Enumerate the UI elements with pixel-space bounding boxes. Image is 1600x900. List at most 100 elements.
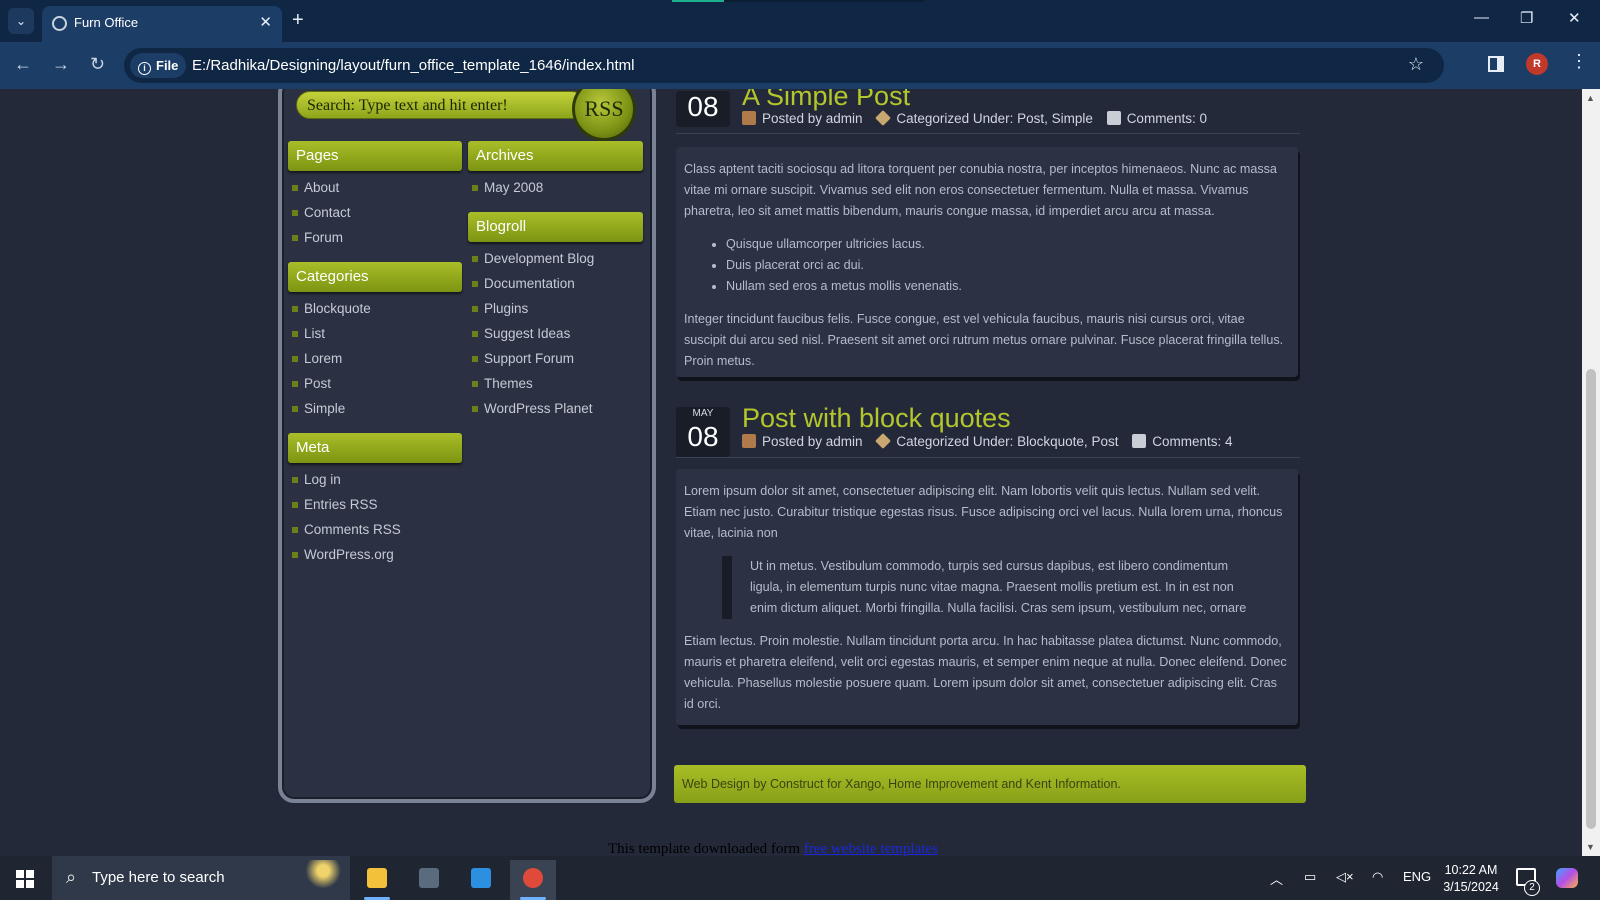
post-month: MAY — [692, 408, 714, 419]
taskbar-search[interactable]: ⌕ Type here to search — [52, 856, 350, 900]
site-info-label: File — [156, 58, 179, 73]
list-item[interactable]: Simple — [290, 396, 371, 421]
tab-close-icon[interactable]: ✕ — [259, 13, 272, 31]
blogroll-widget-title: Blogroll — [468, 212, 643, 242]
page-scrollbar[interactable]: ▲ ▼ — [1582, 89, 1600, 856]
list-item[interactable]: Log in — [290, 467, 401, 492]
url-text[interactable]: E:/Radhika/Designing/layout/furn_office_… — [192, 57, 635, 74]
list-item[interactable]: Contact — [290, 200, 351, 225]
template-link[interactable]: free website templates — [804, 841, 938, 856]
profile-avatar[interactable]: R — [1526, 53, 1548, 75]
list-item[interactable]: Comments RSS — [290, 517, 401, 542]
speaker-muted-icon[interactable]: ◁× — [1336, 869, 1354, 885]
scroll-down-arrow-icon[interactable]: ▼ — [1586, 842, 1595, 852]
post-title[interactable]: A Simple Post — [742, 89, 910, 112]
copilot-icon[interactable] — [1556, 868, 1578, 888]
categories-widget-title: Categories — [288, 262, 462, 292]
tab-search-button[interactable]: ⌄ — [8, 8, 34, 34]
page-viewport: Search: Type text and hit enter! RSS Pag… — [0, 89, 1582, 856]
post-categories[interactable]: Categorized Under: Blockquote, Post — [896, 434, 1118, 449]
vscode-icon — [471, 868, 491, 888]
list-item[interactable]: Support Forum — [470, 346, 594, 371]
restore-button[interactable]: ❐ — [1520, 9, 1533, 27]
browser-tab-bar: ⌄ Furn Office ✕ + — ❐ ✕ — [0, 0, 1600, 42]
wifi-icon[interactable]: ◠ — [1372, 869, 1383, 885]
list-item[interactable]: Lorem — [290, 346, 371, 371]
rss-button[interactable]: RSS — [572, 89, 636, 141]
list-item[interactable]: Forum — [290, 225, 351, 250]
chrome-icon — [523, 868, 543, 888]
post-paragraph: Lorem ipsum dolor sit amet, consectetuer… — [684, 484, 1283, 540]
tab-furn-office[interactable]: Furn Office ✕ — [42, 6, 282, 42]
categories-list: Blockquote List Lorem Post Simple — [290, 296, 371, 421]
blogroll-list: Development Blog Documentation Plugins S… — [470, 246, 594, 421]
post-author[interactable]: Posted by admin — [762, 434, 863, 449]
search-input[interactable]: Search: Type text and hit enter! — [296, 91, 586, 119]
chrome-app[interactable] — [510, 860, 556, 900]
close-window-button[interactable]: ✕ — [1568, 9, 1581, 27]
meta-widget-title: Meta — [288, 433, 462, 463]
chevron-up-icon[interactable]: ︿ — [1270, 869, 1283, 888]
address-bar[interactable]: i File E:/Radhika/Designing/layout/furn_o… — [124, 48, 1444, 83]
divider — [676, 457, 1300, 458]
list-item[interactable]: WordPress.org — [290, 542, 401, 567]
minimize-button[interactable]: — — [1474, 9, 1489, 26]
scroll-up-arrow-icon[interactable]: ▲ — [1586, 93, 1595, 103]
list-item[interactable]: Post — [290, 371, 371, 396]
new-tab-button[interactable]: + — [292, 9, 304, 31]
file-explorer-app[interactable] — [354, 860, 400, 900]
list-item[interactable]: WordPress Planet — [470, 396, 594, 421]
tab-strip-accent-dark — [724, 0, 924, 2]
post-categories[interactable]: Categorized Under: Post, Simple — [896, 111, 1093, 126]
list-item[interactable]: Entries RSS — [290, 492, 401, 517]
search-icon: ⌕ — [66, 867, 77, 887]
post-paragraph: Class aptent taciti sociosqu ad litora t… — [684, 162, 1277, 218]
list-item[interactable]: Blockquote — [290, 296, 371, 321]
post-author[interactable]: Posted by admin — [762, 111, 863, 126]
list-item: Nullam sed eros a metus mollis venenatis… — [726, 276, 1290, 297]
calculator-app[interactable] — [406, 860, 452, 900]
vscode-app[interactable] — [458, 860, 504, 900]
bookmark-star-icon[interactable]: ☆ — [1408, 54, 1424, 75]
list-item[interactable]: Plugins — [470, 296, 594, 321]
sidebar: Search: Type text and hit enter! RSS Pag… — [278, 89, 656, 803]
list-item[interactable]: List — [290, 321, 371, 346]
list-item: Quisque ullamcorper ultricies lacus. — [726, 234, 1290, 255]
site-info-chip[interactable]: i File — [130, 53, 187, 78]
scrollbar-thumb[interactable] — [1586, 369, 1596, 829]
post-comments[interactable]: Comments: 4 — [1152, 434, 1232, 449]
comment-icon — [1132, 434, 1147, 448]
list-item[interactable]: May 2008 — [470, 175, 543, 200]
side-panel-icon[interactable] — [1488, 56, 1504, 72]
user-icon — [742, 111, 756, 125]
tag-icon — [875, 110, 892, 126]
system-clock[interactable]: 10:22 AM 3/15/2024 — [1440, 862, 1502, 896]
list-item[interactable]: About — [290, 175, 351, 200]
post-meta: Posted by admin Categorized Under: Block… — [742, 433, 1233, 449]
pages-list: About Contact Forum — [290, 175, 351, 250]
list-item[interactable]: Development Blog — [470, 246, 594, 271]
list-item[interactable]: Documentation — [470, 271, 594, 296]
back-button[interactable]: ← — [14, 54, 32, 75]
forward-button[interactable]: → — [52, 54, 70, 75]
meta-list: Log in Entries RSS Comments RSS WordPres… — [290, 467, 401, 567]
list-item[interactable]: Suggest Ideas — [470, 321, 594, 346]
notification-count: 2 — [1524, 880, 1540, 896]
post-comments[interactable]: Comments: 0 — [1127, 111, 1207, 126]
battery-icon[interactable]: ▭ — [1304, 869, 1316, 885]
reload-button[interactable]: ↻ — [90, 54, 105, 75]
language-indicator[interactable]: ENG — [1403, 869, 1431, 884]
tag-icon — [875, 433, 892, 449]
archives-list: May 2008 — [470, 175, 543, 200]
post-body: Lorem ipsum dolor sit amet, consectetuer… — [676, 469, 1298, 725]
post-paragraph: Etiam lectus. Proin molestie. Nullam tin… — [684, 634, 1287, 711]
post-day: 08 — [687, 421, 719, 452]
browser-menu-icon[interactable]: ⋮ — [1570, 52, 1588, 70]
start-button[interactable] — [16, 870, 34, 888]
list-item[interactable]: Themes — [470, 371, 594, 396]
user-icon — [742, 434, 756, 448]
post-title[interactable]: Post with block quotes — [742, 403, 1011, 434]
template-note-text: This template downloaded form — [608, 841, 801, 856]
post-body: Class aptent taciti sociosqu ad litora t… — [676, 147, 1298, 377]
template-note: This template downloaded form free websi… — [608, 841, 938, 856]
